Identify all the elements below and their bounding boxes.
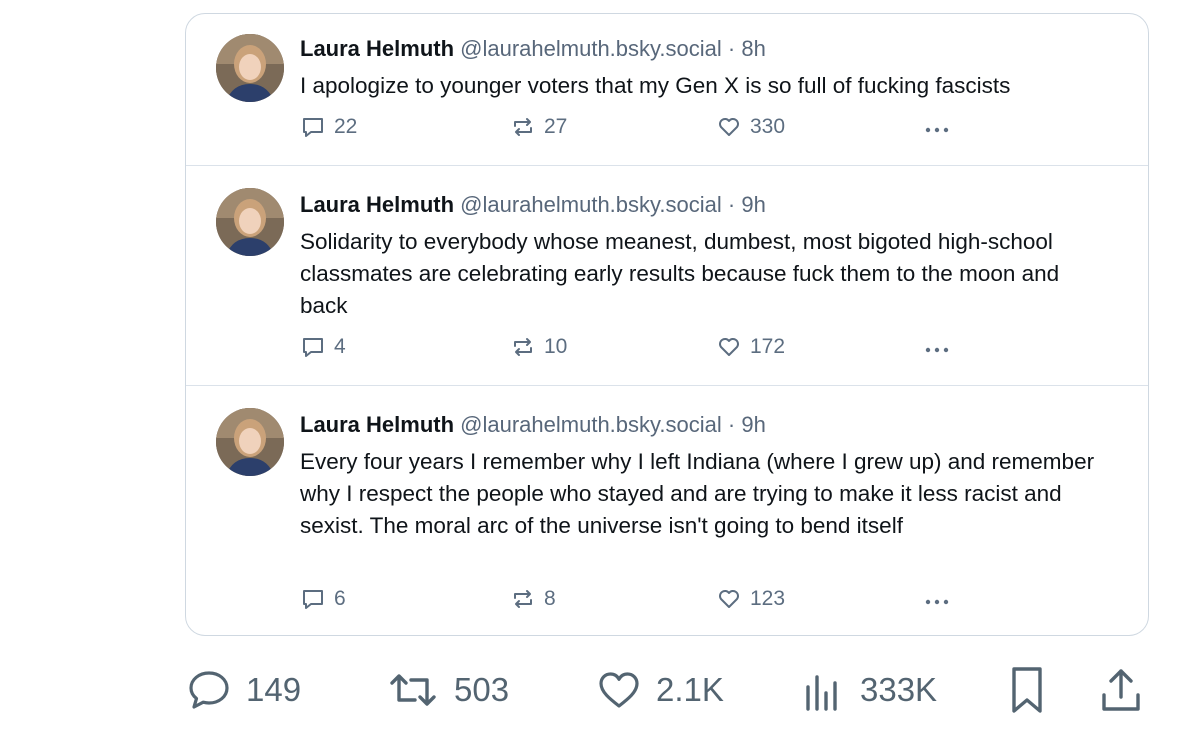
reply-count: 22 — [334, 115, 358, 138]
reply-button[interactable]: 149 — [186, 664, 301, 716]
meta-separator: · — [727, 36, 736, 61]
more-icon[interactable] — [922, 334, 954, 369]
post-2[interactable]: Laura Helmuth @laurahelmuth.bsky.social … — [186, 166, 1148, 386]
author-handle[interactable]: @laurahelmuth.bsky.social — [460, 412, 722, 437]
views-chart-icon — [800, 667, 846, 713]
post-actions: 6 8 123 — [300, 586, 1020, 616]
heart-icon — [596, 667, 642, 713]
post-time[interactable]: 9h — [741, 412, 765, 437]
post-meta: Laura Helmuth @laurahelmuth.bsky.social … — [300, 192, 766, 218]
repost-button[interactable]: 503 — [386, 664, 509, 716]
author-handle[interactable]: @laurahelmuth.bsky.social — [460, 192, 722, 217]
repost-count: 8 — [544, 587, 556, 610]
post-3[interactable]: Laura Helmuth @laurahelmuth.bsky.social … — [186, 386, 1148, 636]
heart-icon — [716, 334, 742, 360]
reply-count: 6 — [334, 587, 346, 610]
post-1[interactable]: Laura Helmuth @laurahelmuth.bsky.social … — [186, 14, 1148, 166]
like-count: 330 — [750, 115, 786, 138]
more-icon[interactable] — [922, 586, 954, 621]
meta-separator: · — [727, 412, 736, 437]
reply-action[interactable]: 22 — [300, 114, 357, 140]
engagement-bar: 149 503 2.1K 333K — [186, 664, 1146, 720]
like-action[interactable]: 123 — [716, 586, 785, 612]
like-action[interactable]: 330 — [716, 114, 785, 140]
bookmark-icon — [1004, 665, 1050, 715]
embedded-bluesky-thread-card[interactable]: Laura Helmuth @laurahelmuth.bsky.social … — [185, 13, 1149, 636]
reply-count: 149 — [246, 671, 302, 708]
comment-icon — [186, 667, 232, 713]
repost-icon — [510, 114, 536, 140]
meta-separator: · — [727, 192, 736, 217]
author-handle[interactable]: @laurahelmuth.bsky.social — [460, 36, 722, 61]
like-button[interactable]: 2.1K — [596, 664, 724, 716]
post-text: Every four years I remember why I left I… — [300, 449, 1095, 538]
avatar[interactable] — [216, 408, 284, 476]
repost-action[interactable]: 10 — [510, 334, 567, 360]
repost-count: 503 — [454, 671, 510, 708]
author-name[interactable]: Laura Helmuth — [300, 412, 454, 437]
heart-icon — [716, 586, 742, 612]
repost-count: 27 — [544, 115, 568, 138]
more-icon[interactable] — [922, 114, 954, 149]
post-text: Solidarity to everybody whose meanest, d… — [300, 229, 1060, 318]
post-time[interactable]: 8h — [741, 36, 765, 61]
post-meta: Laura Helmuth @laurahelmuth.bsky.social … — [300, 412, 766, 438]
like-count: 172 — [750, 335, 786, 358]
comment-icon — [300, 334, 326, 360]
repost-icon — [386, 667, 440, 713]
comment-icon — [300, 586, 326, 612]
repost-action[interactable]: 27 — [510, 114, 567, 140]
like-count: 2.1K — [656, 671, 724, 708]
post-meta: Laura Helmuth @laurahelmuth.bsky.social … — [300, 36, 766, 62]
post-time[interactable]: 9h — [741, 192, 765, 217]
repost-icon — [510, 334, 536, 360]
author-name[interactable]: Laura Helmuth — [300, 192, 454, 217]
reply-action[interactable]: 4 — [300, 334, 346, 360]
repost-icon — [510, 586, 536, 612]
comment-icon — [300, 114, 326, 140]
views-count: 333K — [860, 671, 938, 708]
heart-icon — [716, 114, 742, 140]
post-actions: 4 10 172 — [300, 334, 1020, 364]
post-text: I apologize to younger voters that my Ge… — [300, 73, 1011, 98]
share-button[interactable] — [1098, 664, 1144, 716]
like-count: 123 — [750, 587, 786, 610]
share-icon — [1098, 665, 1144, 715]
repost-count: 10 — [544, 335, 568, 358]
avatar[interactable] — [216, 34, 284, 102]
views-button[interactable]: 333K — [800, 664, 937, 716]
avatar[interactable] — [216, 188, 284, 256]
post-actions: 22 27 330 — [300, 114, 1020, 144]
reply-count: 4 — [334, 335, 346, 358]
like-action[interactable]: 172 — [716, 334, 785, 360]
bookmark-button[interactable] — [1004, 664, 1050, 716]
reply-action[interactable]: 6 — [300, 586, 346, 612]
repost-action[interactable]: 8 — [510, 586, 556, 612]
author-name[interactable]: Laura Helmuth — [300, 36, 454, 61]
